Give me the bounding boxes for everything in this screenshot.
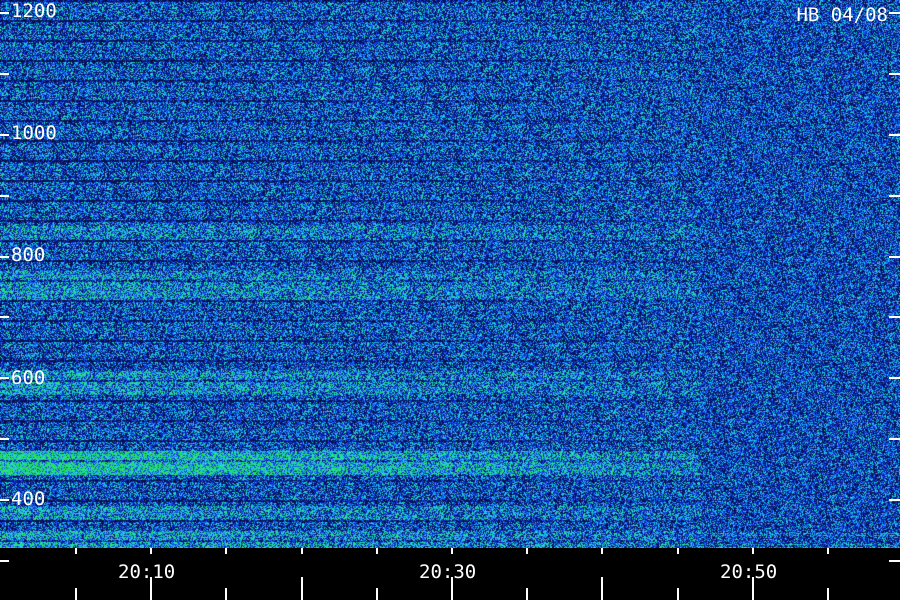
plot-title: HB 04/08 <box>796 4 888 26</box>
y-tick-700-right <box>889 316 900 318</box>
x-tick <box>376 588 378 600</box>
y-tick-300-right <box>889 560 900 562</box>
y-tick-1100-right <box>889 73 900 75</box>
x-tick-top <box>75 548 77 554</box>
x-tick <box>601 577 603 600</box>
y-tick-400-left <box>0 499 9 501</box>
y-tick-800-right <box>889 256 900 258</box>
x-tick-top <box>451 548 453 554</box>
x-label-2030: 20:30 <box>419 561 477 583</box>
x-tick <box>526 588 528 600</box>
x-tick-top <box>677 548 679 554</box>
x-tick-top <box>601 548 603 554</box>
x-tick-top <box>827 548 829 554</box>
y-tick-800-left <box>0 256 9 258</box>
x-tick-top <box>752 548 754 554</box>
y-tick-600-right <box>889 377 900 379</box>
x-label-2010: 20:10 <box>118 561 176 583</box>
x-tick <box>827 588 829 600</box>
x-tick-top <box>526 548 528 554</box>
x-tick-top <box>225 548 227 554</box>
x-tick-top <box>150 548 152 554</box>
x-tick <box>75 588 77 600</box>
x-tick <box>752 577 754 600</box>
x-tick-top <box>376 548 378 554</box>
x-tick <box>225 588 227 600</box>
y-label-800: 800 <box>11 244 46 266</box>
y-tick-500-left <box>0 438 9 440</box>
y-tick-600-left <box>0 377 9 379</box>
x-tick <box>677 588 679 600</box>
y-tick-500-right <box>889 438 900 440</box>
spectrogram-image <box>0 0 900 548</box>
y-tick-400-right <box>889 499 900 501</box>
y-label-1200: 1200 <box>11 0 57 22</box>
y-tick-900-right <box>889 195 900 197</box>
y-tick-1000-left <box>0 134 9 136</box>
x-tick-top <box>301 548 303 554</box>
x-tick <box>301 577 303 600</box>
y-label-400: 400 <box>11 488 46 510</box>
x-label-2050: 20:50 <box>720 561 778 583</box>
y-tick-1200-right <box>889 12 900 14</box>
y-tick-700-left <box>0 316 9 318</box>
y-tick-300-left <box>0 560 9 562</box>
y-tick-1200-left <box>0 12 9 14</box>
spectrogram-view: HB 04/08 1200 1000 800 600 400 20:10 20:… <box>0 0 900 600</box>
y-label-600: 600 <box>11 367 46 389</box>
y-tick-1100-left <box>0 73 9 75</box>
y-tick-1000-right <box>889 134 900 136</box>
y-tick-900-left <box>0 195 9 197</box>
y-label-1000: 1000 <box>11 122 57 144</box>
x-tick <box>451 577 453 600</box>
x-tick <box>150 577 152 600</box>
